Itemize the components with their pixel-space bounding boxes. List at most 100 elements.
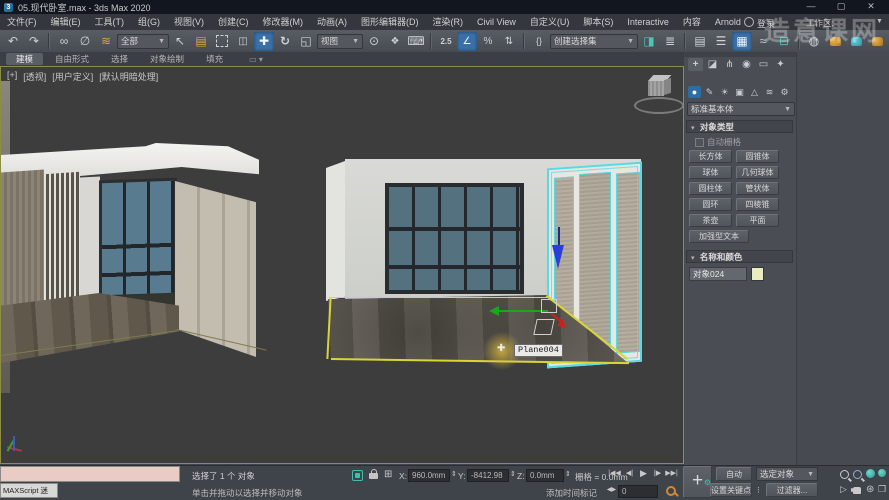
workspace-dropdown-caret-icon[interactable]: ▼ — [876, 18, 883, 25]
spinner-snap-icon[interactable]: ⇅ — [499, 32, 519, 51]
select-and-move-icon[interactable]: ✚ — [254, 32, 274, 51]
menu-animation[interactable]: 动画(A) — [310, 14, 354, 30]
tab-display[interactable]: ▭ — [756, 58, 771, 71]
rectangular-selection-region-icon[interactable] — [212, 32, 232, 51]
viewport-shading-label[interactable]: [默认明暗处理] — [99, 70, 158, 83]
close-button[interactable]: ✕ — [858, 0, 884, 13]
schematic-view-icon[interactable]: ⊟ — [774, 32, 794, 51]
unlink-selection-icon[interactable]: ∅ — [75, 32, 95, 51]
go-to-end-icon[interactable]: ▶▶| — [665, 469, 678, 477]
redo-icon[interactable]: ↷ — [24, 32, 44, 51]
button-cylinder[interactable]: 圆柱体 — [689, 182, 732, 195]
maxscript-listener-label[interactable]: MAXScript 迷 — [0, 483, 58, 498]
rollout-name-and-color[interactable]: ▾ 名称和颜色 — [686, 250, 793, 263]
viewport-user-label[interactable]: [用户定义] — [52, 70, 93, 83]
tab-motion[interactable]: ◉ — [739, 58, 754, 71]
zoom-icon[interactable] — [840, 470, 849, 479]
angle-snap-icon[interactable]: ∠ — [457, 32, 477, 51]
reference-coordinate-system-dropdown[interactable]: 视图 ▼ — [317, 34, 363, 49]
button-cone[interactable]: 圆锥体 — [736, 150, 779, 163]
maxscript-mini-listener[interactable] — [0, 466, 180, 482]
next-frame-icon[interactable]: |▶ — [651, 469, 664, 477]
zoom-extents-icon[interactable] — [866, 469, 875, 478]
maximize-viewport-toggle-icon[interactable]: ❒ — [878, 484, 886, 495]
key-filters-icon[interactable]: ⁝ — [757, 485, 760, 496]
button-geosphere[interactable]: 几何球体 — [736, 166, 779, 179]
selection-lock-icon[interactable] — [369, 473, 378, 479]
field-of-view-icon[interactable]: ▷ — [840, 484, 847, 495]
pan-hand-icon[interactable] — [853, 487, 861, 494]
button-plane[interactable]: 平面 — [736, 214, 779, 227]
isolate-selection-toggle-icon[interactable] — [352, 470, 363, 481]
select-by-name-icon[interactable]: ▤ — [191, 32, 211, 51]
menu-arnold[interactable]: Arnold — [708, 14, 748, 30]
rendered-frame-window-icon[interactable] — [846, 32, 866, 51]
y-spinner[interactable]: ⇕ — [510, 470, 516, 478]
go-to-start-icon[interactable]: |◀◀ — [608, 469, 621, 477]
rollout-object-type[interactable]: ▾ 对象类型 — [686, 120, 793, 133]
edit-named-selection-sets-icon[interactable]: {} — [529, 32, 549, 51]
menu-rendering[interactable]: 渲染(R) — [426, 14, 471, 30]
orbit-icon[interactable]: ⊛ — [866, 484, 874, 495]
undo-icon[interactable]: ↶ — [3, 32, 23, 51]
button-textplus[interactable]: 加强型文本 — [689, 230, 749, 243]
tab-modify[interactable]: ◪ — [705, 58, 720, 71]
button-tube[interactable]: 管状体 — [736, 182, 779, 195]
menu-interactive[interactable]: Interactive — [620, 14, 676, 30]
autogrid-checkbox[interactable] — [695, 138, 704, 147]
keyboard-shortcut-override-icon[interactable]: ⌨ — [406, 32, 426, 51]
ribbon-tab-modeling[interactable]: 建模 — [6, 53, 43, 65]
category-space-warps[interactable]: ≋ — [763, 86, 776, 98]
auto-key-button[interactable]: 自动 — [716, 467, 752, 481]
bind-to-space-warp-icon[interactable]: ≋ — [96, 32, 116, 51]
primitive-category-dropdown[interactable]: 标准基本体 ▼ — [687, 102, 795, 116]
object-name-field[interactable]: 对象024 — [689, 267, 747, 281]
select-and-manipulate-icon[interactable]: ❖ — [385, 32, 405, 51]
current-frame-field[interactable]: 0 — [618, 485, 658, 498]
x-coord-field[interactable]: 960.0mm — [408, 469, 450, 482]
category-helpers[interactable]: △ — [748, 86, 761, 98]
button-sphere[interactable]: 球体 — [689, 166, 732, 179]
selection-filter-dropdown[interactable]: 全部 ▼ — [117, 34, 169, 49]
layer-explorer-icon[interactable]: ☰ — [711, 32, 731, 51]
menu-customize[interactable]: 自定义(U) — [523, 14, 577, 30]
category-systems[interactable]: ⚙ — [778, 86, 791, 98]
previous-frame-icon[interactable]: ◀| — [623, 469, 636, 477]
create-new-key-button[interactable]: + ⚙ — [683, 466, 712, 498]
filters-button[interactable]: 过滤器... — [766, 483, 818, 497]
menu-civil-view[interactable]: Civil View — [470, 14, 523, 30]
menu-graph-editors[interactable]: 图形编辑器(D) — [354, 14, 426, 30]
percent-snap-icon[interactable]: % — [478, 32, 498, 51]
object-color-swatch[interactable] — [751, 267, 764, 281]
frame-arrows-icon[interactable]: ◀▶ — [605, 486, 618, 493]
x-spinner[interactable]: ⇕ — [451, 470, 457, 478]
ribbon-tab-populate[interactable]: 填充 — [196, 53, 233, 65]
window-crossing-icon[interactable]: ◫ — [233, 32, 253, 51]
play-button-icon[interactable]: ▶ — [637, 468, 650, 479]
maximize-button[interactable]: ▢ — [828, 0, 854, 13]
minimize-button[interactable]: — — [798, 0, 824, 13]
tab-create[interactable]: + — [688, 58, 703, 71]
viewport-menu-plus[interactable]: [+] — [7, 70, 17, 83]
category-cameras[interactable]: ▣ — [733, 86, 746, 98]
render-setup-icon[interactable] — [825, 32, 845, 51]
button-torus[interactable]: 圆环 — [689, 198, 732, 211]
snaps-toggle-25d[interactable]: 2.5 — [436, 32, 456, 51]
ribbon-tab-object-paint[interactable]: 对象绘制 — [140, 53, 194, 65]
set-keys-icon[interactable] — [666, 486, 676, 496]
menu-edit[interactable]: 编辑(E) — [44, 14, 88, 30]
material-editor-icon[interactable]: ◍ — [804, 32, 824, 51]
tab-hierarchy[interactable]: ⋔ — [722, 58, 737, 71]
offset-mode-icon[interactable]: ⊞ — [384, 469, 392, 480]
select-object-icon[interactable]: ↖ — [170, 32, 190, 51]
select-and-link-icon[interactable]: ∞ — [54, 32, 74, 51]
menu-file[interactable]: 文件(F) — [0, 14, 44, 30]
tab-utilities[interactable]: ✦ — [773, 58, 788, 71]
add-time-tag[interactable]: 添加时间标记 — [546, 487, 597, 499]
set-key-button[interactable]: 设置关键点 — [710, 483, 752, 497]
ribbon-toggle-icon[interactable]: ▦ — [732, 32, 752, 51]
render-production-icon[interactable] — [867, 32, 887, 51]
perspective-viewport[interactable]: ✚ Plane004 [+] [透视] [用户定义] [默认明暗处理] — [0, 66, 684, 464]
zoom-all-icon[interactable] — [853, 470, 862, 479]
menu-tools[interactable]: 工具(T) — [88, 14, 132, 30]
